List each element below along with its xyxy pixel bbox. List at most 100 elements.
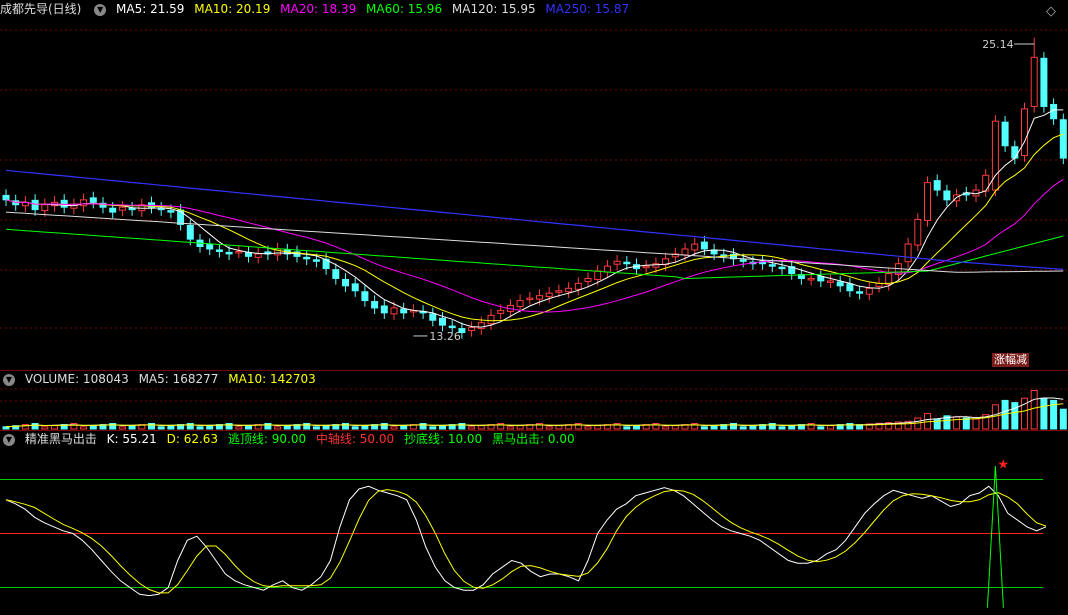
candle-body xyxy=(1001,121,1009,147)
volume-bar xyxy=(274,426,282,430)
candle-body xyxy=(1059,119,1067,159)
candle-body xyxy=(516,300,524,307)
candle-body xyxy=(574,282,582,290)
volume-bar xyxy=(51,425,58,430)
volume-bar xyxy=(623,426,631,430)
volume-bar xyxy=(827,425,834,430)
candle-body xyxy=(1021,108,1028,157)
volume-ma10: MA10: 142703 xyxy=(228,372,316,386)
candle-body xyxy=(904,243,912,263)
k-label: K: 55.21 xyxy=(106,432,157,446)
axis-line-label: 中轴线: 50.00 xyxy=(315,432,395,446)
candle-body xyxy=(943,190,951,201)
volume-bar xyxy=(31,423,39,430)
volume-bar xyxy=(778,426,786,430)
volume-bar xyxy=(545,426,553,430)
ma5-label: MA5: 21.59 xyxy=(116,2,185,16)
top-line-label: 逃顶线: 90.00 xyxy=(227,432,307,446)
candle-body xyxy=(361,291,369,302)
volume-bar xyxy=(118,426,126,430)
candle-body xyxy=(118,206,126,211)
candle-body xyxy=(933,180,941,191)
candle-body xyxy=(167,210,175,213)
volume-bar xyxy=(710,425,718,430)
candle-body xyxy=(691,243,699,251)
volume-bar xyxy=(390,426,398,430)
volume-ma5-line xyxy=(5,397,1064,428)
candle-body xyxy=(565,287,573,293)
candle-body xyxy=(856,291,864,294)
candle-body xyxy=(448,325,456,329)
volume-bar xyxy=(312,426,320,430)
candle-body xyxy=(603,265,611,273)
volume-bar xyxy=(429,426,437,430)
low-price-label: 13.26 xyxy=(429,330,461,343)
d-line xyxy=(5,489,1047,594)
candle-body xyxy=(1030,56,1038,107)
candle-body xyxy=(584,277,592,282)
candle-body xyxy=(215,249,223,252)
candle-body xyxy=(206,244,214,250)
ma5-line xyxy=(5,109,1064,328)
volume-bar xyxy=(662,426,670,430)
ma20-label: MA20: 18.39 xyxy=(280,2,357,16)
candle-body xyxy=(865,287,873,295)
indicator-panel: ★ ▼ 精准黑马出击 K: 55.21 D: 62.63 逃顶线: 90.00 … xyxy=(0,430,1068,615)
candle-body xyxy=(351,283,359,292)
high-price-label: 25.14 xyxy=(982,38,1014,51)
candle-body xyxy=(31,199,39,211)
chevron-down-icon[interactable]: ▼ xyxy=(94,3,107,16)
candle-body xyxy=(768,264,776,267)
candle-body xyxy=(536,295,543,300)
volume-bar xyxy=(196,426,204,430)
volume-bar xyxy=(41,426,49,430)
candle-body xyxy=(807,277,815,281)
candle-body xyxy=(390,307,398,315)
candle-body xyxy=(681,248,689,256)
candle-body xyxy=(332,269,340,279)
candle-body xyxy=(225,251,233,255)
price-chart[interactable]: 25.14 13.26 xyxy=(0,0,1068,370)
volume-bar xyxy=(700,426,708,430)
volume-bar xyxy=(128,425,136,430)
volume-bar xyxy=(245,425,252,430)
indicator-chart[interactable]: ★ xyxy=(0,431,1068,615)
candle-body xyxy=(623,261,631,265)
price-panel: 25.14 13.26 成都先导(日线) ▼ MA5: 21.59 MA10: 2… xyxy=(0,0,1068,370)
volume-bar xyxy=(817,426,825,430)
candle-body xyxy=(439,317,446,326)
diamond-icon[interactable]: ◇ xyxy=(1046,4,1056,19)
indicator-title: 精准黑马出击 xyxy=(24,432,97,446)
ma60-label: MA60: 15.96 xyxy=(366,2,443,16)
candle-body xyxy=(526,297,534,301)
k-line xyxy=(5,485,1047,597)
candle-body xyxy=(1040,57,1048,107)
volume-bar xyxy=(788,425,796,430)
chevron-down-icon[interactable]: ▼ xyxy=(3,433,15,446)
chevron-down-icon[interactable]: ▼ xyxy=(3,373,15,386)
volume-bar xyxy=(439,425,446,430)
candle-body xyxy=(400,308,408,314)
candle-body xyxy=(555,290,563,293)
volume-bar xyxy=(749,425,757,430)
candle-body xyxy=(80,199,88,207)
candle-body xyxy=(60,199,68,208)
candle-body xyxy=(312,259,320,262)
volume-bar xyxy=(633,425,640,430)
volume-legend: ▼ VOLUME: 108043 MA5: 168277 MA10: 14270… xyxy=(0,371,326,387)
volume-bar xyxy=(468,426,476,430)
volume-bar xyxy=(739,426,747,430)
volume-bar xyxy=(506,426,514,430)
d-label: D: 62.63 xyxy=(166,432,219,446)
candle-body xyxy=(128,207,136,211)
volume-bar xyxy=(516,425,524,430)
volume-bar xyxy=(361,425,369,430)
volume-bar xyxy=(400,425,408,430)
volume-bar xyxy=(89,425,97,430)
volume-bar xyxy=(167,425,175,430)
candle-body xyxy=(739,259,747,262)
volume-bar xyxy=(671,425,679,430)
volume-bar xyxy=(594,425,602,430)
candle-body xyxy=(827,280,834,283)
candle-body xyxy=(846,283,854,292)
